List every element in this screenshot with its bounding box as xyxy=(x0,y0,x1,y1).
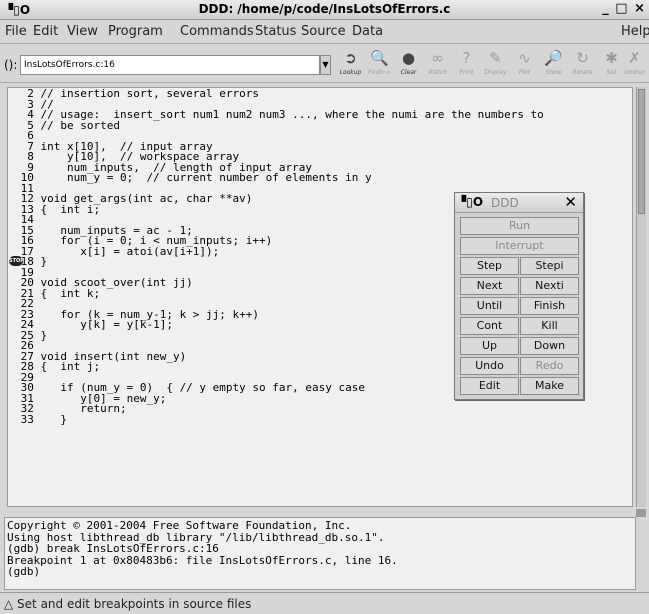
step-button[interactable]: Step xyxy=(460,257,519,275)
window-title: DDD: /home/p/code/InsLotsOfErrors.c xyxy=(198,2,451,16)
status-bar: △ Set and edit breakpoints in source fil… xyxy=(0,592,649,614)
find-icon: 🔍 xyxy=(370,49,389,67)
clear-button[interactable]: ● Clear xyxy=(394,49,423,79)
display-button[interactable]: ✎ Display xyxy=(481,49,510,79)
plot-button[interactable]: ∿ Plot xyxy=(510,49,539,79)
command-tool-window[interactable]: ▝▯O DDD ✕ Run Interrupt Step Stepi Next … xyxy=(454,192,584,400)
menu-source[interactable]: Source xyxy=(301,24,346,39)
breakpoint-stop-icon[interactable]: STOP xyxy=(9,256,24,266)
scrollbar-thumb[interactable] xyxy=(638,89,645,214)
rotate-icon: ↻ xyxy=(576,49,589,67)
undisplay-button[interactable]: ✗ Undisp xyxy=(620,49,649,79)
until-button[interactable]: Until xyxy=(460,297,519,315)
console-output[interactable]: Copyright © 2001-2004 Free Software Foun… xyxy=(5,518,635,580)
kill-button[interactable]: Kill xyxy=(520,317,579,335)
triangle-icon: △ xyxy=(4,597,18,611)
menu-commands[interactable]: Commands xyxy=(180,24,254,39)
stepi-button[interactable]: Stepi xyxy=(520,257,579,275)
window-controls[interactable]: _ □ × xyxy=(602,1,646,16)
command-tool-titlebar[interactable]: ▝▯O DDD ✕ xyxy=(455,193,583,213)
show-icon: 🔎 xyxy=(544,49,563,67)
clear-icon: ● xyxy=(401,49,416,67)
menu-bar: File Edit View Program Commands Status S… xyxy=(0,20,649,44)
watch-icon: ∞ xyxy=(431,49,444,67)
argument-label: (): xyxy=(4,58,18,72)
print-icon: ? xyxy=(462,49,471,67)
status-message: △ Set and edit breakpoints in source fil… xyxy=(4,597,252,611)
tool-bar: (): ▼ ➲ Lookup 🔍 Find>> ● Clear ∞ Watch … xyxy=(0,45,649,83)
menu-help[interactable]: Help xyxy=(621,24,649,39)
redo-button[interactable]: Redo xyxy=(520,357,579,375)
debugger-console[interactable]: Copyright © 2001-2004 Free Software Foun… xyxy=(4,517,636,590)
title-bar: ▝▯O DDD: /home/p/code/InsLotsOfErrors.c … xyxy=(0,0,649,20)
show-button[interactable]: 🔎 Show xyxy=(539,49,568,79)
menu-file[interactable]: File xyxy=(5,24,27,39)
pane-sash-handle[interactable] xyxy=(636,509,646,517)
print-button[interactable]: ? Print xyxy=(452,49,481,79)
up-button[interactable]: Up xyxy=(460,337,519,355)
finish-button[interactable]: Finish xyxy=(520,297,579,315)
command-tool-title: DDD xyxy=(491,196,519,210)
window-menu-icon[interactable]: ▝▯O xyxy=(457,195,483,209)
nexti-button[interactable]: Nexti xyxy=(520,277,579,295)
make-button[interactable]: Make xyxy=(520,377,579,395)
source-scrollbar[interactable] xyxy=(636,87,646,507)
menu-data[interactable]: Data xyxy=(352,24,383,39)
run-button[interactable]: Run xyxy=(460,217,579,235)
menu-view[interactable]: View xyxy=(67,24,98,39)
close-icon[interactable]: ✕ xyxy=(564,193,577,211)
cont-button[interactable]: Cont xyxy=(460,317,519,335)
argument-dropdown-button[interactable]: ▼ xyxy=(320,55,331,75)
undisplay-icon: ✗ xyxy=(628,49,641,67)
plot-icon: ∿ xyxy=(518,49,531,67)
edit-button[interactable]: Edit xyxy=(460,377,519,395)
lookup-button[interactable]: ➲ Lookup xyxy=(336,49,365,79)
menu-edit[interactable]: Edit xyxy=(33,24,58,39)
watch-button[interactable]: ∞ Watch xyxy=(423,49,452,79)
undo-button[interactable]: Undo xyxy=(460,357,519,375)
chevron-down-icon: ▼ xyxy=(322,60,329,69)
rotate-button[interactable]: ↻ Rotate xyxy=(568,49,597,79)
lookup-icon: ➲ xyxy=(344,49,357,67)
display-icon: ✎ xyxy=(489,49,502,67)
down-button[interactable]: Down xyxy=(520,337,579,355)
menu-program[interactable]: Program xyxy=(108,24,163,39)
argument-field[interactable] xyxy=(20,55,320,75)
find-button[interactable]: 🔍 Find>> xyxy=(365,49,394,79)
interrupt-button[interactable]: Interrupt xyxy=(460,237,579,255)
menu-status[interactable]: Status xyxy=(255,24,296,39)
next-button[interactable]: Next xyxy=(460,277,519,295)
